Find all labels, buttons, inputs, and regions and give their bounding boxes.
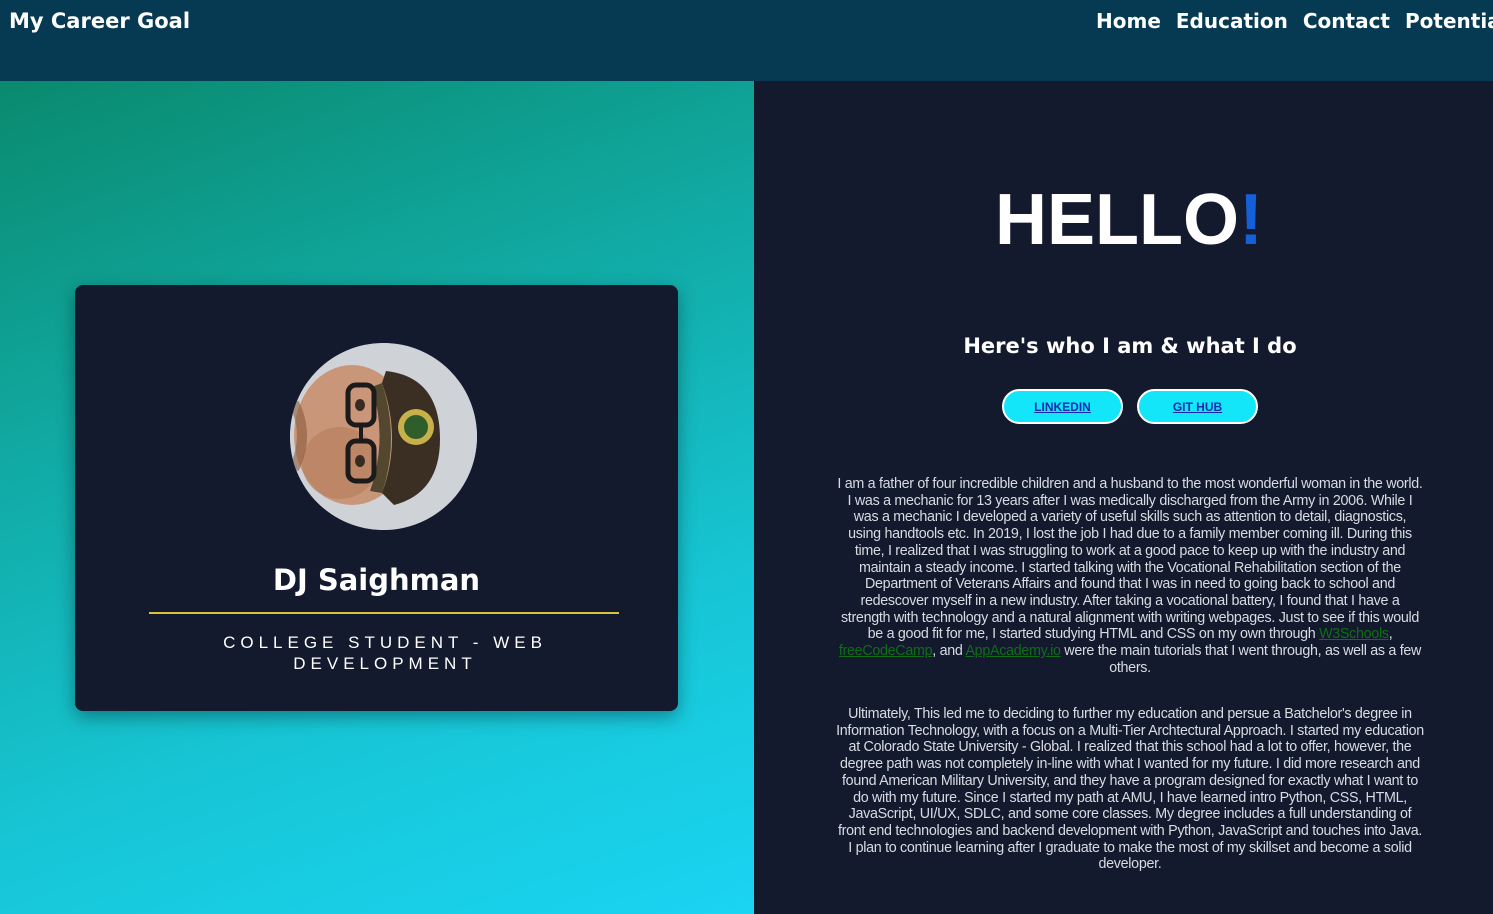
top-navbar: My Career Goal Home Education Contact Poten… [0,0,1493,81]
w3schools-link[interactable]: W3Schools [1319,626,1389,642]
hello-text: HELLO [995,180,1239,260]
nav-home[interactable]: Home [1096,9,1161,33]
site-brand[interactable]: My Career Goal [9,9,190,33]
freecodecamp-link[interactable]: freeCodeCamp [839,643,933,659]
main-nav: Home Education Contact Potentia [1096,9,1493,39]
nav-education[interactable]: Education [1176,9,1288,33]
about-panel: HELLO! Here's who I am & what I do LINKE… [754,81,1493,914]
appacademy-link[interactable]: AppAcademy.io [965,643,1060,659]
avatar-photo-icon [290,343,477,530]
avatar [290,343,477,530]
hello-heading: HELLO! [754,179,1493,261]
nav-contact[interactable]: Contact [1303,9,1390,33]
bio-paragraph-1: I am a father of four incredible childre… [836,476,1424,676]
linkedin-button[interactable]: LINKEDIN [1002,389,1123,424]
intro-subtitle: Here's who I am & what I do [963,334,1297,358]
hero-left-panel: DJ Saighman COLLEGE STUDENT - WEB DEVELO… [0,81,754,914]
profile-role: COLLEGE STUDENT - WEB DEVELOPMENT [223,633,547,673]
profile-card: DJ Saighman COLLEGE STUDENT - WEB DEVELO… [75,285,678,711]
bio-text-1a: I am a father of four incredible childre… [837,476,1423,643]
name-divider [149,612,619,614]
bio-text-1b: were the main tutorials that I went thro… [1060,643,1422,676]
bio-separator: , [1388,626,1393,643]
hello-exclamation: ! [1239,180,1263,260]
profile-name: DJ Saighman [272,563,481,597]
nav-potential[interactable]: Potentia [1405,9,1493,33]
bio-paragraph-2: Ultimately, This led me to deciding to f… [836,706,1424,873]
bio-separator: , and [932,643,966,660]
github-button[interactable]: GIT HUB [1137,389,1258,424]
